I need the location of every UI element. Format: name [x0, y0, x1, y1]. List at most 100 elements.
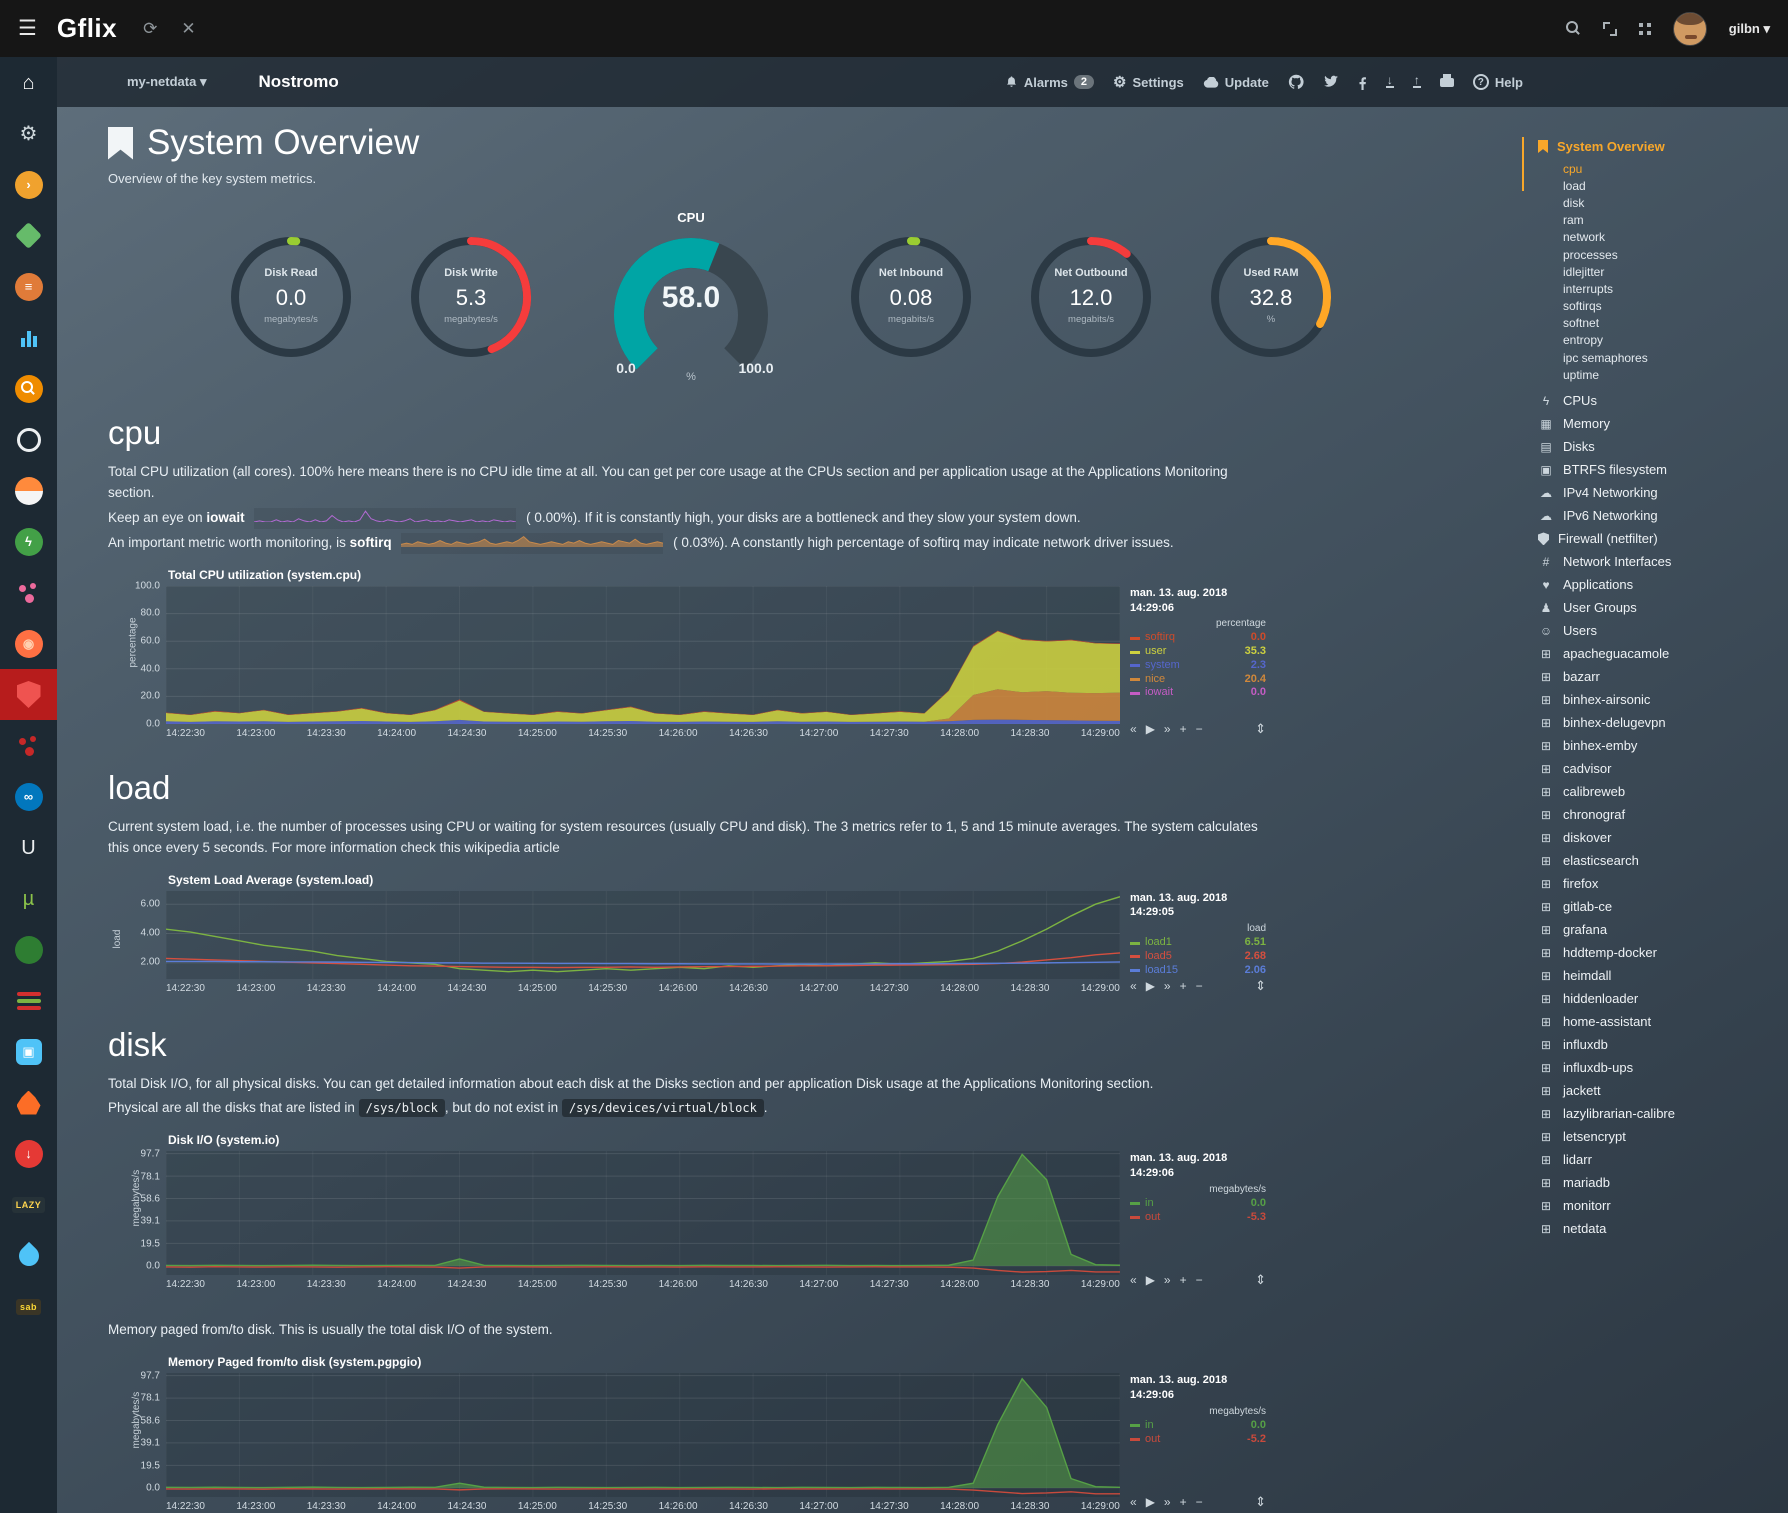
chart-plot-area[interactable]	[166, 891, 1120, 979]
github-icon[interactable]	[1288, 74, 1304, 90]
sidebar-item-chronograf[interactable]: ⊞chronograf	[1538, 803, 1778, 826]
chart-legend-row[interactable]: out-5.2	[1130, 1433, 1266, 1447]
zoom-in-button[interactable]: +	[1180, 1495, 1187, 1509]
zoom-in-button[interactable]: +	[1180, 722, 1187, 736]
chart-legend-row[interactable]: system2.3	[1130, 659, 1266, 673]
pan-left-button[interactable]: «	[1130, 979, 1137, 993]
pan-left-button[interactable]: «	[1130, 1495, 1137, 1509]
app-sidebar-item-mu-letter[interactable]: µ	[0, 873, 57, 924]
app-sidebar-item-magnifier-circle[interactable]	[0, 363, 57, 414]
chart-legend-row[interactable]: load52.68	[1130, 950, 1266, 964]
play-button[interactable]: ▶	[1146, 722, 1155, 736]
sidebar-item-netdata[interactable]: ⊞netdata	[1538, 1217, 1778, 1240]
fullscreen-icon[interactable]	[1603, 22, 1617, 36]
app-sidebar-item-infinity-circle[interactable]: ∞	[0, 771, 57, 822]
sidebar-item-firewall-netfilter[interactable]: Firewall (netfilter)	[1538, 527, 1778, 550]
close-icon[interactable]: ✕	[181, 19, 195, 39]
sidebar-item-btrfs-filesystem[interactable]: ▣BTRFS filesystem	[1538, 458, 1778, 481]
sidebar-item-jackett[interactable]: ⊞jackett	[1538, 1079, 1778, 1102]
chart-resize-handle[interactable]: ⇕	[1255, 1272, 1266, 1288]
play-button[interactable]: ▶	[1146, 979, 1155, 993]
chart-legend-row[interactable]: iowait0.0	[1130, 686, 1266, 700]
chart-resize-handle[interactable]: ⇕	[1255, 721, 1266, 737]
sidebar-item-grafana[interactable]: ⊞grafana	[1538, 918, 1778, 941]
sidebar-item-influxdb-ups[interactable]: ⊞influxdb-ups	[1538, 1056, 1778, 1079]
zoom-in-button[interactable]: +	[1180, 1273, 1187, 1287]
zoom-out-button[interactable]: −	[1196, 1495, 1203, 1509]
chart-plot-area[interactable]	[166, 1151, 1120, 1275]
app-sidebar-item-bolt-circle[interactable]: ϟ	[0, 516, 57, 567]
app-sidebar-item-half-circle[interactable]	[0, 465, 57, 516]
help-button[interactable]: ?Help	[1473, 74, 1523, 90]
chart-legend-row[interactable]: in0.0	[1130, 1197, 1266, 1211]
sidebar-item-ipv4-networking[interactable]: ☁IPv4 Networking	[1538, 481, 1778, 504]
sidebar-item-mariadb[interactable]: ⊞mariadb	[1538, 1171, 1778, 1194]
sidebar-subitem-load[interactable]: load	[1563, 177, 1778, 194]
app-sidebar-item-equalizer[interactable]	[0, 312, 57, 363]
app-sidebar-item-u-letter[interactable]: U	[0, 822, 57, 873]
hamburger-menu-icon[interactable]: ☰	[18, 16, 37, 41]
app-sidebar-item-octopus-circle[interactable]: ◉	[0, 618, 57, 669]
user-menu[interactable]: gilbn ▾	[1729, 21, 1770, 37]
cpu-gauge[interactable]: CPU58.00.0100.0%	[586, 210, 796, 388]
app-sidebar-item-diamond[interactable]	[0, 210, 57, 261]
sidebar-item-lidarr[interactable]: ⊞lidarr	[1538, 1148, 1778, 1171]
sidebar-subitem-softnet[interactable]: softnet	[1563, 315, 1778, 332]
app-sidebar-item-gear[interactable]: ⚙	[0, 108, 57, 159]
server-dropdown[interactable]: my-netdata ▾	[127, 74, 207, 90]
used-ram-gauge[interactable]: Used RAM32.8%	[1206, 232, 1336, 367]
sidebar-item-bazarr[interactable]: ⊞bazarr	[1538, 665, 1778, 688]
chart-legend-row[interactable]: nice20.4	[1130, 673, 1266, 687]
disk-read-gauge[interactable]: Disk Read0.0megabytes/s	[226, 232, 356, 367]
zoom-out-button[interactable]: −	[1196, 722, 1203, 736]
sidebar-item-apacheguacamole[interactable]: ⊞apacheguacamole	[1538, 642, 1778, 665]
sidebar-item-gitlab-ce[interactable]: ⊞gitlab-ce	[1538, 895, 1778, 918]
sidebar-item-binhex-delugevpn[interactable]: ⊞binhex-delugevpn	[1538, 711, 1778, 734]
sidebar-item-cpus[interactable]: ϟCPUs	[1538, 389, 1778, 412]
disk-write-gauge[interactable]: Disk Write5.3megabytes/s	[406, 232, 536, 367]
sidebar-subitem-disk[interactable]: disk	[1563, 194, 1778, 211]
print-icon[interactable]	[1440, 78, 1454, 87]
import-snapshot-icon[interactable]: ↑	[1413, 76, 1421, 89]
sidebar-subitem-ipc-semaphores[interactable]: ipc semaphores	[1563, 349, 1778, 366]
sidebar-subitem-processes[interactable]: processes	[1563, 246, 1778, 263]
app-sidebar-item-dots-cluster[interactable]	[0, 720, 57, 771]
settings-button[interactable]: ⚙Settings	[1113, 73, 1184, 91]
net-inbound-gauge[interactable]: Net Inbound0.08megabits/s	[846, 232, 976, 367]
sidebar-item-disks[interactable]: ▤Disks	[1538, 435, 1778, 458]
zoom-out-button[interactable]: −	[1196, 979, 1203, 993]
sidebar-item-memory[interactable]: ▦Memory	[1538, 412, 1778, 435]
user-avatar[interactable]	[1673, 12, 1707, 46]
chart-legend-row[interactable]: softirq0.0	[1130, 631, 1266, 645]
sidebar-item-calibreweb[interactable]: ⊞calibreweb	[1538, 780, 1778, 803]
refresh-icon[interactable]: ⟳	[143, 19, 157, 39]
sidebar-subitem-uptime[interactable]: uptime	[1563, 366, 1778, 383]
chart-plot-area[interactable]	[166, 1373, 1120, 1497]
sidebar-item-diskover[interactable]: ⊞diskover	[1538, 826, 1778, 849]
app-sidebar-item-droplet[interactable]	[0, 1230, 57, 1281]
pan-right-button[interactable]: »	[1164, 1495, 1171, 1509]
export-snapshot-icon[interactable]: ↓	[1386, 76, 1394, 89]
chart-legend-row[interactable]: load16.51	[1130, 936, 1266, 950]
chart-legend-row[interactable]: load152.06	[1130, 964, 1266, 978]
sidebar-item-ipv6-networking[interactable]: ☁IPv6 Networking	[1538, 504, 1778, 527]
sidebar-item-monitorr[interactable]: ⊞monitorr	[1538, 1194, 1778, 1217]
app-sidebar-item-stripes[interactable]	[0, 975, 57, 1026]
alarms-button[interactable]: Alarms 2	[1005, 75, 1094, 90]
sidebar-item-users[interactable]: ☺Users	[1538, 619, 1778, 642]
sidebar-subitem-interrupts[interactable]: interrupts	[1563, 280, 1778, 297]
facebook-icon[interactable]	[1358, 75, 1367, 90]
pan-right-button[interactable]: »	[1164, 722, 1171, 736]
pan-left-button[interactable]: «	[1130, 722, 1137, 736]
sidebar-item-firefox[interactable]: ⊞firefox	[1538, 872, 1778, 895]
sidebar-subitem-ram[interactable]: ram	[1563, 212, 1778, 229]
app-sidebar-item-lazy-text[interactable]: LAZY	[0, 1179, 57, 1230]
chart-legend-row[interactable]: user35.3	[1130, 645, 1266, 659]
sidebar-item-user-groups[interactable]: ♟User Groups	[1538, 596, 1778, 619]
app-sidebar-item-stack-circle[interactable]: ≡	[0, 261, 57, 312]
sidebar-item-home-assistant[interactable]: ⊞home-assistant	[1538, 1010, 1778, 1033]
sidebar-item-system-overview[interactable]: System Overview	[1538, 135, 1778, 158]
app-sidebar-item-ring[interactable]	[0, 414, 57, 465]
sidebar-subitem-softirqs[interactable]: softirqs	[1563, 298, 1778, 315]
sidebar-item-influxdb[interactable]: ⊞influxdb	[1538, 1033, 1778, 1056]
